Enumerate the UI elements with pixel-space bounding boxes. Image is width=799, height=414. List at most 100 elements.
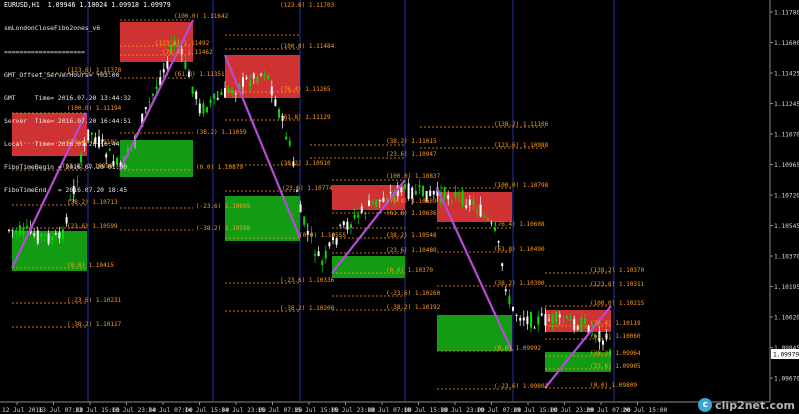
candle-body (530, 312, 532, 328)
candle-body (382, 197, 385, 203)
candle-body (148, 101, 151, 103)
candle-body (569, 318, 572, 321)
fibo-level-label: (0.0) 1.10879 (196, 164, 243, 171)
candle-body (558, 314, 561, 318)
fibo-level-label: (38.2) 1.10548 (386, 232, 437, 239)
candle-body (274, 99, 277, 106)
candle-body (285, 136, 288, 140)
candle-body (483, 216, 486, 218)
candle-body (580, 317, 583, 332)
candle-body (540, 313, 543, 316)
separator-text: ===================== (4, 47, 85, 56)
server-time: Server Time= 2016.07.20 16:44:51 (4, 116, 131, 125)
candle-body (256, 76, 259, 83)
fibo-level-label: (23.6) 1.09905 (590, 363, 641, 370)
price-tick-label: 1.10020 (774, 315, 799, 322)
candle-body (11, 229, 14, 231)
fibo-level-label: (61.8) 1.10060 (590, 333, 641, 340)
candle-body (472, 200, 475, 205)
fibo-level-label: (76.4) 1.10119 (590, 320, 641, 327)
candle-body (267, 75, 270, 79)
candle-body (555, 312, 558, 323)
candle-body (303, 216, 306, 225)
candle-body (461, 190, 464, 206)
fibo-level-label: (23.6) 1.10774 (282, 185, 333, 192)
candle-body (378, 199, 381, 202)
fibo-level-label: (100.0) 1.10798 (494, 182, 549, 189)
candle-body (573, 318, 576, 331)
candle-body (314, 254, 316, 256)
candle-body (350, 224, 352, 228)
fibo-level-label: (138.2) 1.11106 (494, 121, 549, 128)
fibo-level-label: (38.2) 1.09964 (590, 350, 641, 357)
candle-body (465, 205, 468, 208)
candle-body (429, 190, 432, 196)
candle-body (584, 318, 586, 324)
fibo-level-label: (-38.2) 1.10117 (67, 321, 122, 328)
gmt-offset: GMT_Offset_ServerHours= +03:00 (4, 70, 120, 79)
candle-body (249, 80, 252, 86)
candle-body (58, 232, 61, 239)
candle-body (216, 98, 219, 100)
fibo-level-label: (76.4) 1.11265 (280, 86, 331, 93)
candle-body (400, 187, 403, 193)
fibo-level-label: (38.2) 1.10300 (494, 280, 545, 287)
candle-body (346, 221, 349, 230)
candle-body (51, 236, 54, 240)
candle-body (476, 210, 478, 212)
fibo-level-label: (38.2) 1.10910 (280, 160, 331, 167)
fibo-level-label: (-23.6) 1.10260 (386, 290, 441, 297)
indicator-info-panel: smLondonCloseFibo2ones_v6 ==============… (4, 10, 131, 202)
candle-body (519, 318, 522, 321)
candle-body (209, 99, 212, 104)
candle-body (447, 195, 450, 200)
fibo-time-begin: FiboTimeBegin = 2016.07.20 01:00 (4, 162, 128, 171)
candle-body (191, 86, 194, 94)
candle-body (566, 315, 568, 319)
candle-body (468, 199, 471, 206)
local-time: Local Time= 2016.07.20 16:44 (4, 139, 120, 148)
symbol-quote: EURUSD,H1 1.09946 1.10024 1.09918 1.0997… (4, 1, 171, 9)
candle-body (526, 316, 529, 325)
candle-body (324, 250, 327, 259)
candle-body (252, 73, 255, 79)
candle-body (342, 221, 345, 225)
candle-body (144, 107, 147, 109)
candle-body (184, 60, 187, 69)
fibo-level-label: (23.6) 1.10480 (386, 247, 437, 254)
candle-body (544, 313, 547, 326)
candle-body (242, 77, 244, 87)
candle-body (501, 263, 504, 267)
candle-body (450, 201, 453, 203)
candle-body (335, 238, 338, 245)
candle-body (490, 222, 493, 224)
candle-body (18, 225, 21, 235)
price-tick-label: 1.10965 (774, 162, 799, 169)
candle-body (512, 306, 514, 311)
fibo-level-label: (61.8) 1.10490 (494, 246, 545, 253)
fibo-level-label: (-38.2) 1.10200 (280, 305, 335, 312)
candle-body (407, 183, 410, 199)
candle-body (245, 77, 248, 79)
candle-body (422, 185, 424, 197)
candle-body (33, 233, 36, 236)
candle-body (270, 86, 273, 96)
candle-body (375, 199, 378, 206)
fibo-level-label: (0.0) 1.10370 (386, 267, 433, 274)
fibo-level-label: (0.0) 1.10555 (299, 232, 346, 239)
fibo-level-label: (-23.6) 1.09802 (494, 383, 549, 390)
candle-body (508, 296, 511, 305)
candle-body (227, 88, 230, 93)
candle-body (364, 212, 367, 215)
candle-body (443, 187, 446, 199)
watermark-text: clip2net.com (715, 398, 795, 412)
fibo-level-label: (123.6) 1.11492 (155, 40, 210, 47)
price-tick-label: 1.10720 (774, 193, 799, 200)
candle-body (432, 191, 435, 195)
candle-body (357, 214, 360, 218)
fibo-level-label: (76.4) 1.11462 (162, 49, 213, 56)
fibo-level-label: (138.2) 1.10370 (590, 267, 645, 274)
price-tick-label: 1.11070 (774, 132, 799, 139)
fibo-level-label: (23.6) 1.10599 (67, 223, 118, 230)
candle-body (353, 214, 356, 219)
